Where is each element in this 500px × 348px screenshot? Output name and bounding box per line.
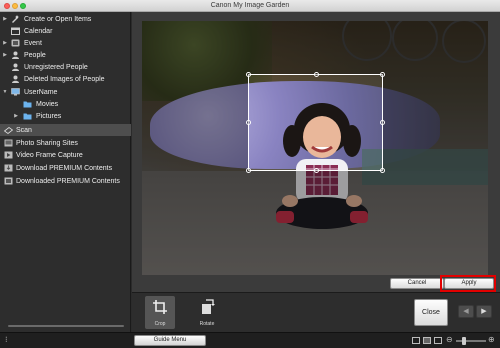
edit-toolbar: Crop Rotate Close ◀ ▶ (132, 292, 500, 332)
sidebar-item-download-premium-contents[interactable]: Download PREMIUM Contents (0, 162, 131, 174)
sidebar-item-scan[interactable]: Scan (0, 124, 131, 136)
crop-handle-bottom-right[interactable] (380, 168, 385, 173)
view-mode-icon[interactable] (412, 337, 420, 344)
crop-handle-top-right[interactable] (380, 72, 385, 77)
apply-highlight-box (440, 275, 496, 292)
sidebar-item-photo-sharing-sites[interactable]: Photo Sharing Sites (0, 137, 131, 149)
crop-frame[interactable] (246, 72, 385, 173)
sidebar-item-event[interactable]: ▶ Event (0, 37, 131, 49)
sidebar-item-video-frame-capture[interactable]: Video Frame Capture (0, 149, 131, 161)
sidebar-item-label: UserName (24, 88, 58, 96)
sidebar-item-people[interactable]: ▶ People (0, 49, 131, 61)
close-button[interactable]: Close (414, 299, 448, 326)
rotate-tool-button[interactable]: Rotate (192, 296, 222, 329)
expand-arrow-icon[interactable]: ▶ (2, 52, 8, 58)
info-icon[interactable]: ⁝ (5, 335, 8, 344)
zoom-slider[interactable] (456, 340, 486, 342)
crop-handle-left[interactable] (246, 120, 251, 125)
sidebar-item-label: Calendar (24, 27, 53, 35)
downloaded-icon (4, 177, 13, 185)
person-icon (12, 75, 19, 83)
sidebar-item-username[interactable]: ▼ UserName (0, 86, 131, 98)
cancel-button[interactable]: Cancel (390, 278, 444, 289)
calendar-icon (11, 27, 20, 35)
sidebar-item-label: Movies (36, 100, 59, 108)
computer-icon (11, 88, 20, 96)
zoom-slider-thumb[interactable] (462, 337, 466, 345)
title-bar: Canon My Image Garden (0, 0, 500, 12)
sidebar-item-label: Create or Open Items (24, 15, 92, 23)
people-icon (12, 51, 19, 59)
sidebar-item-unregistered-people[interactable]: Unregistered People (0, 61, 131, 73)
sidebar-item-label: People (24, 51, 46, 59)
sidebar-item-label: Video Frame Capture (16, 151, 83, 159)
sidebar-item-label: Event (24, 39, 42, 47)
download-icon (4, 164, 13, 172)
crop-mask (383, 74, 488, 171)
crop-handle-bottom[interactable] (314, 168, 319, 173)
expand-arrow-icon[interactable]: ▶ (13, 113, 19, 119)
sidebar-item-label: Downloaded PREMIUM Contents (16, 177, 120, 185)
crop-mask (142, 171, 488, 275)
status-bar: ⁝ Guide Menu ⊖ ⊕ (0, 332, 500, 348)
expand-arrow-icon[interactable]: ▶ (2, 16, 8, 22)
photo-share-icon (4, 139, 13, 147)
rotate-icon (202, 299, 215, 314)
create-icon (12, 15, 19, 23)
image-canvas[interactable] (142, 21, 488, 275)
collapse-arrow-icon[interactable]: ▼ (2, 89, 8, 95)
crop-handle-bottom-left[interactable] (246, 168, 251, 173)
sidebar-item-label: Pictures (36, 112, 62, 120)
view-mode-icon[interactable] (423, 337, 431, 344)
next-arrow-icon[interactable]: ▶ (476, 305, 492, 318)
prev-arrow-icon[interactable]: ◀ (458, 305, 474, 318)
zoom-in-icon[interactable]: ⊕ (488, 335, 495, 344)
sidebar-scrollbar[interactable] (8, 325, 124, 327)
crop-icon (153, 300, 167, 314)
event-icon (11, 39, 20, 47)
sidebar-item-deleted-images-of-people[interactable]: Deleted Images of People (0, 73, 131, 85)
sidebar-item-calendar[interactable]: Calendar (0, 25, 131, 37)
folder-icon (23, 113, 32, 120)
crop-handle-top[interactable] (314, 72, 319, 77)
sidebar-item-label: Unregistered People (24, 63, 88, 71)
expand-arrow-icon[interactable]: ▶ (2, 40, 8, 46)
rotate-tool-label: Rotate (199, 321, 215, 327)
crop-mask (142, 74, 248, 171)
folder-icon (23, 101, 32, 108)
sidebar-item-label: Deleted Images of People (24, 75, 105, 83)
zoom-out-icon[interactable]: ⊖ (446, 335, 453, 344)
guide-menu-button[interactable]: Guide Menu (134, 335, 206, 346)
crop-mask (142, 21, 488, 74)
sidebar-item-label: Scan (16, 126, 32, 134)
sidebar-item-label: Download PREMIUM Contents (16, 164, 113, 172)
sidebar-item-label: Photo Sharing Sites (16, 139, 78, 147)
sidebar-item-create-or-open-items[interactable]: ▶ Create or Open Items (0, 13, 131, 25)
video-frame-icon (4, 151, 13, 159)
scan-icon (4, 127, 13, 134)
crop-tool-label: Crop (154, 321, 166, 327)
crop-tool-button[interactable]: Crop (145, 296, 175, 329)
sidebar-item-pictures[interactable]: ▶ Pictures (0, 110, 131, 122)
window-title: Canon My Image Garden (210, 2, 290, 9)
image-editor: Cancel Apply (132, 12, 500, 292)
crop-handle-right[interactable] (380, 120, 385, 125)
sidebar: ▶ Create or Open Items Calendar ▶ Event … (0, 12, 131, 332)
sidebar-item-movies[interactable]: Movies (0, 98, 131, 110)
crop-handle-top-left[interactable] (246, 72, 251, 77)
view-mode-icon[interactable] (434, 337, 442, 344)
person-icon (12, 63, 19, 71)
sidebar-item-downloaded-premium-contents[interactable]: Downloaded PREMIUM Contents (0, 175, 131, 187)
